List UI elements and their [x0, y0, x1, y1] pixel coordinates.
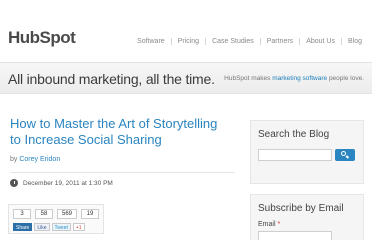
- search-input[interactable]: [258, 149, 332, 161]
- promo-suffix: people love.: [328, 75, 364, 82]
- share-buttons: Share Like Tweet +1: [13, 223, 87, 231]
- email-label: Email *: [258, 221, 280, 228]
- google-plus-count: 19: [81, 209, 99, 219]
- main-nav: Software Pricing Case Studies Partners A…: [131, 38, 368, 45]
- post-title[interactable]: How to Master the Art of Storytelling to…: [10, 116, 230, 148]
- linkedin-count: 3: [13, 209, 31, 219]
- search-widget-title: Search the Blog: [258, 129, 330, 140]
- tagline-banner: All inbound marketing, all the time. Hub…: [0, 62, 372, 94]
- tweet-count: 569: [57, 209, 77, 219]
- promo-prefix: HubSpot makes: [224, 75, 271, 82]
- nav-about-us[interactable]: About Us: [299, 38, 341, 45]
- search-icon: [341, 151, 346, 156]
- required-marker: *: [277, 221, 281, 228]
- post-date-row: December 19, 2011 at 1:30 PM: [10, 179, 113, 187]
- share-counts: 3 58 569 19: [13, 209, 103, 219]
- hubspot-logo[interactable]: HubSpot: [8, 28, 76, 48]
- post-divider: [10, 172, 235, 173]
- site-header: HubSpot Software Pricing Case Studies Pa…: [0, 0, 372, 62]
- subscribe-widget-title: Subscribe by Email: [258, 203, 344, 214]
- nav-case-studies[interactable]: Case Studies: [205, 38, 260, 45]
- social-share-box: 3 58 569 19 Share Like Tweet +1: [8, 204, 104, 234]
- nav-software[interactable]: Software: [131, 38, 171, 45]
- tagline: All inbound marketing, all the time.: [8, 71, 215, 87]
- facebook-count: 58: [35, 209, 53, 219]
- byline: by Corey Eridon: [10, 156, 60, 163]
- linkedin-share-button[interactable]: Share: [13, 223, 33, 231]
- email-field[interactable]: [258, 231, 332, 240]
- search-widget: Search the Blog: [250, 120, 364, 184]
- nav-pricing[interactable]: Pricing: [170, 38, 205, 45]
- author-link[interactable]: Corey Eridon: [19, 156, 60, 163]
- byline-prefix: by: [10, 156, 18, 163]
- facebook-like-button[interactable]: Like: [34, 223, 50, 231]
- search-button[interactable]: [335, 149, 355, 161]
- nav-blog[interactable]: Blog: [340, 38, 368, 45]
- logo-text: HubSpot: [8, 28, 76, 47]
- marketing-software-link[interactable]: marketing software: [272, 75, 327, 82]
- nav-partners[interactable]: Partners: [259, 38, 299, 45]
- tweet-button[interactable]: Tweet: [51, 223, 71, 231]
- banner-promo: HubSpot makes marketing software people …: [224, 75, 364, 82]
- subscribe-widget: Subscribe by Email Email *: [250, 194, 364, 240]
- google-plus-button[interactable]: +1: [72, 223, 85, 231]
- clock-icon: [10, 179, 18, 187]
- email-label-text: Email: [258, 221, 276, 228]
- post-date: December 19, 2011 at 1:30 PM: [23, 179, 113, 187]
